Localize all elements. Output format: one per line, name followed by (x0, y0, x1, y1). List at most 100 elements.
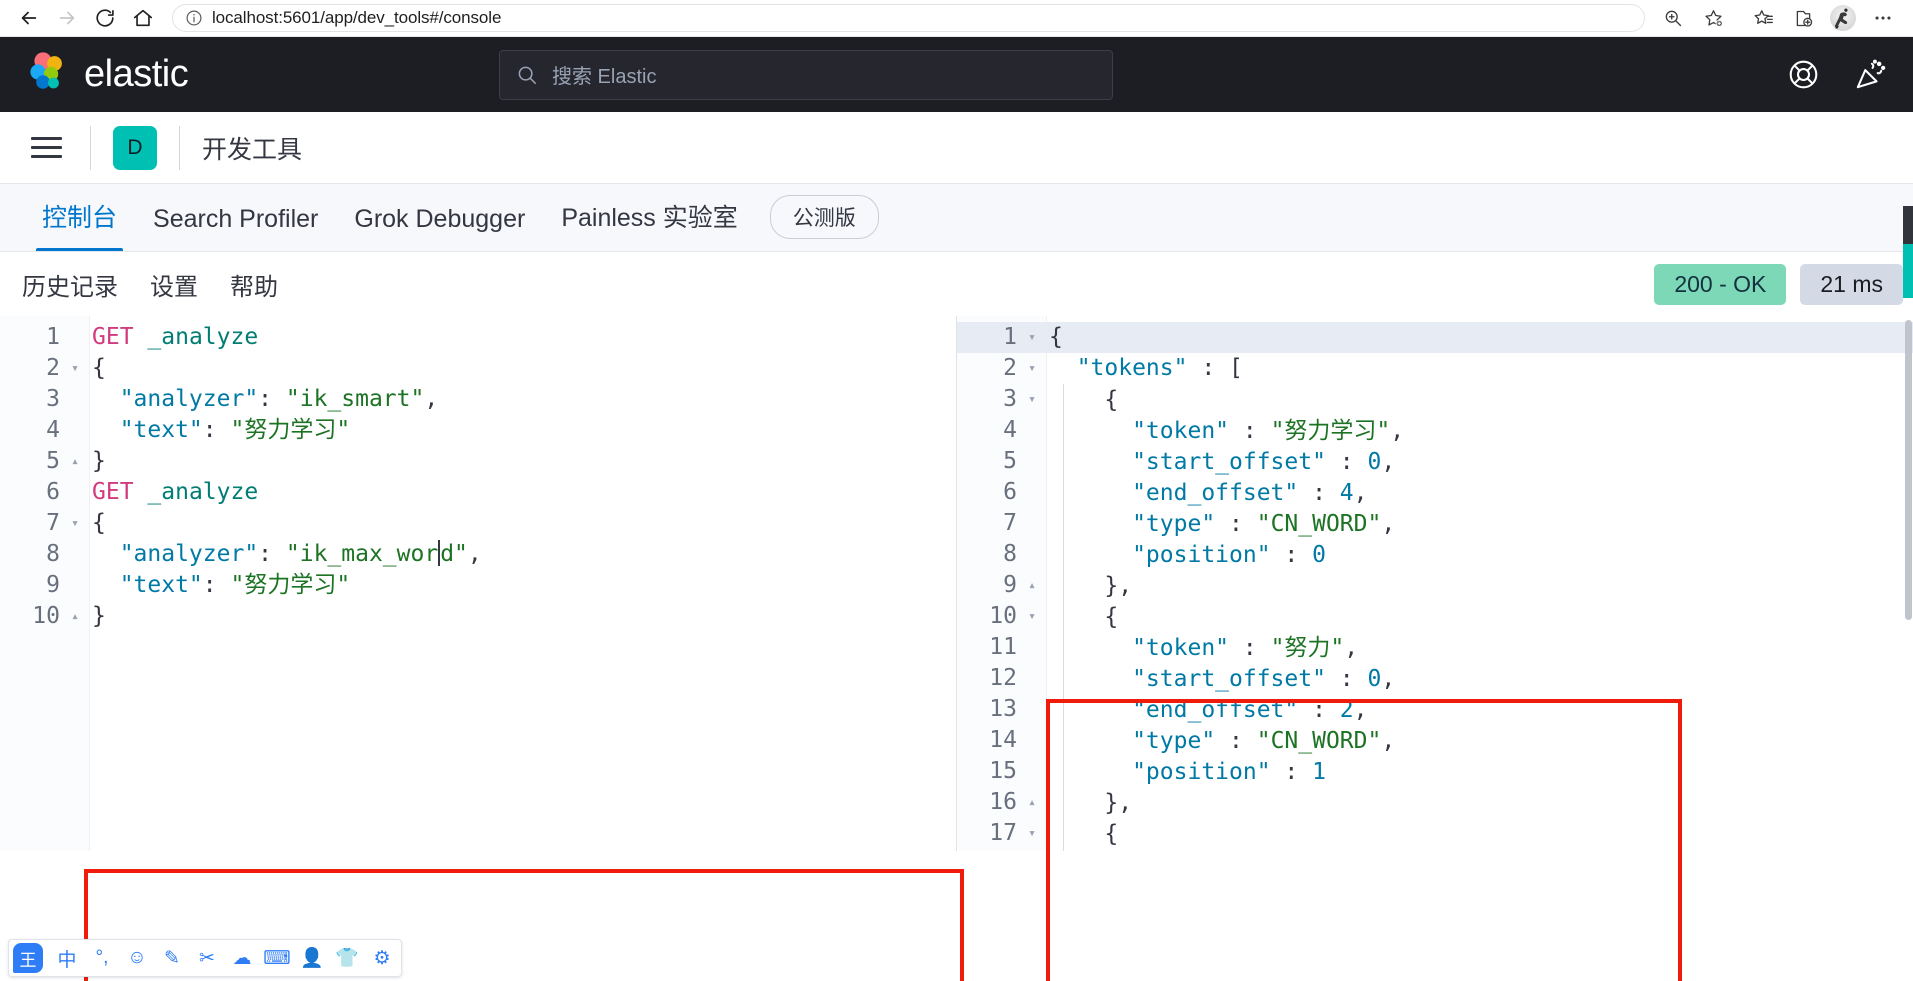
indent-guide (1063, 724, 1064, 756)
handwriting-icon[interactable]: ✎ (161, 947, 183, 970)
indent-guide (1063, 507, 1064, 539)
token: 1 (1312, 758, 1326, 785)
line-number: 10 (32, 603, 60, 629)
request-code[interactable]: 1 GET _analyze 2 ▾{3 "analyzer": "ik_smart"… (0, 316, 956, 632)
code-line: 5 "start_offset" : 0, (957, 445, 1913, 477)
fold-toggle-icon[interactable]: ▾ (1021, 322, 1043, 353)
skin-icon[interactable]: 👕 (335, 946, 359, 970)
favorites-icon[interactable] (1743, 3, 1783, 33)
console-link-help[interactable]: 帮助 (230, 267, 278, 302)
code-text: "token" : "努力学习", (1043, 414, 1404, 447)
line-number: 16 (989, 789, 1017, 815)
token: "tokens" (1049, 355, 1188, 381)
settings-icon[interactable]: ⚙ (371, 947, 393, 970)
token: "analyzer" (92, 386, 259, 412)
token: } (92, 603, 106, 629)
line-number: 6 (1003, 479, 1017, 505)
global-search-input[interactable]: 搜索 Elastic (499, 49, 1113, 100)
fold-toggle-icon[interactable]: ▴ (64, 601, 86, 632)
punctuation-icon[interactable]: °, (91, 947, 113, 969)
avatar (1830, 5, 1856, 31)
console-link-history[interactable]: 历史记录 (22, 267, 118, 302)
page-title: 开发工具 (202, 135, 303, 164)
screenshot-icon[interactable]: ✂ (196, 947, 218, 970)
tab-0[interactable]: 控制台 (24, 198, 135, 251)
indent-guide (1063, 693, 1064, 725)
zoom-icon[interactable] (1653, 3, 1693, 33)
token: : (258, 386, 286, 412)
url-text: localhost:5601/app/dev_tools#/console (212, 8, 502, 27)
token: { (1049, 386, 1119, 413)
fold-toggle-icon[interactable]: ▾ (1021, 384, 1043, 415)
app-avatar-badge[interactable]: D (113, 125, 157, 170)
response-editor[interactable]: 1 ▾{2 ▾ "tokens" : [3 ▾ {4 "token" : "努力学习"… (957, 316, 1913, 851)
browser-action-icons (1653, 3, 1903, 33)
code-line: 15 "position" : 1 (957, 755, 1913, 787)
add-favorite-icon[interactable] (1693, 3, 1733, 33)
announcement-confetti-icon[interactable] (1854, 58, 1887, 91)
line-number: 2 (46, 355, 60, 381)
fold-toggle-icon[interactable]: ▾ (1021, 601, 1043, 632)
line-number: 7 (46, 510, 60, 536)
code-line: 2 ▾{ (0, 353, 956, 384)
navigation-menu-button[interactable] (24, 126, 68, 170)
request-editor[interactable]: 1 GET _analyze 2 ▾{3 "analyzer": "ik_smart"… (0, 316, 957, 851)
fold-toggle-icon[interactable]: ▴ (1021, 787, 1043, 818)
back-button[interactable] (10, 3, 48, 33)
code-line: 5 ▴} (0, 446, 956, 477)
token: : (202, 572, 231, 598)
cloud-icon[interactable]: ☁ (231, 947, 253, 970)
code-line: 18 "token" : "力学", (957, 848, 1913, 851)
address-bar[interactable]: localhost:5601/app/dev_tools#/console (172, 4, 1645, 32)
profile-avatar[interactable] (1823, 3, 1863, 33)
token: "努力学习" (230, 417, 351, 443)
token: : (1298, 479, 1340, 506)
fold-toggle-icon[interactable]: ▾ (1021, 353, 1043, 384)
tab-1[interactable]: Search Profiler (135, 205, 336, 251)
token: "ik_max_wor (285, 541, 439, 567)
emoji-icon[interactable]: ☺ (126, 947, 148, 969)
fold-toggle-icon[interactable]: ▾ (64, 353, 86, 384)
code-text: "text": "努力学习" (86, 415, 351, 446)
token: "end_offset" (1049, 696, 1299, 723)
indent-guide (1063, 569, 1064, 601)
token: : (258, 541, 286, 567)
indent-guide (1063, 786, 1064, 818)
forward-button[interactable] (48, 3, 86, 33)
fold-toggle-icon[interactable]: ▴ (64, 446, 86, 477)
ime-logo-icon[interactable]: 王 (13, 943, 43, 973)
menu-line (30, 155, 62, 158)
line-number: 11 (989, 634, 1017, 660)
home-button[interactable] (124, 3, 162, 33)
response-scroll-thumb[interactable] (1905, 320, 1912, 620)
account-icon[interactable]: 👤 (300, 946, 324, 970)
token: : (1229, 417, 1271, 444)
code-text: }, (1043, 786, 1132, 819)
token: 0 (1312, 541, 1326, 568)
token: GET (92, 324, 134, 350)
help-lifebuoy-icon[interactable] (1787, 58, 1820, 91)
tab-3[interactable]: Painless 实验室 (543, 198, 755, 251)
token: : (202, 417, 231, 443)
settings-and-more-icon[interactable] (1863, 3, 1903, 33)
fold-toggle-icon[interactable]: ▾ (64, 508, 86, 539)
console-editors: 1 GET _analyze 2 ▾{3 "analyzer": "ik_smart"… (0, 316, 1913, 981)
tab-2[interactable]: Grok Debugger (336, 205, 543, 251)
site-info-icon[interactable] (184, 8, 204, 28)
token: , (424, 386, 439, 412)
collections-icon[interactable] (1783, 3, 1823, 33)
fold-toggle-icon[interactable]: ▴ (1021, 570, 1043, 601)
console-link-settings[interactable]: 设置 (150, 267, 198, 302)
reload-button[interactable] (86, 3, 124, 33)
header-actions (1787, 58, 1887, 91)
token: "CN_WORD" (1256, 727, 1382, 754)
token: : [ (1187, 355, 1243, 381)
token: { (1049, 603, 1119, 630)
elastic-brand[interactable]: elastic (26, 50, 189, 99)
page-scroll-dark-strip[interactable] (1903, 206, 1913, 244)
response-scrollbar[interactable] (1904, 316, 1913, 851)
status-badge: 200 - OK (1654, 263, 1787, 305)
fold-toggle-icon[interactable]: ▾ (1021, 818, 1043, 849)
keyboard-icon[interactable]: ⌨ (263, 947, 290, 970)
chinese-mode-icon[interactable]: 中 (56, 945, 78, 972)
